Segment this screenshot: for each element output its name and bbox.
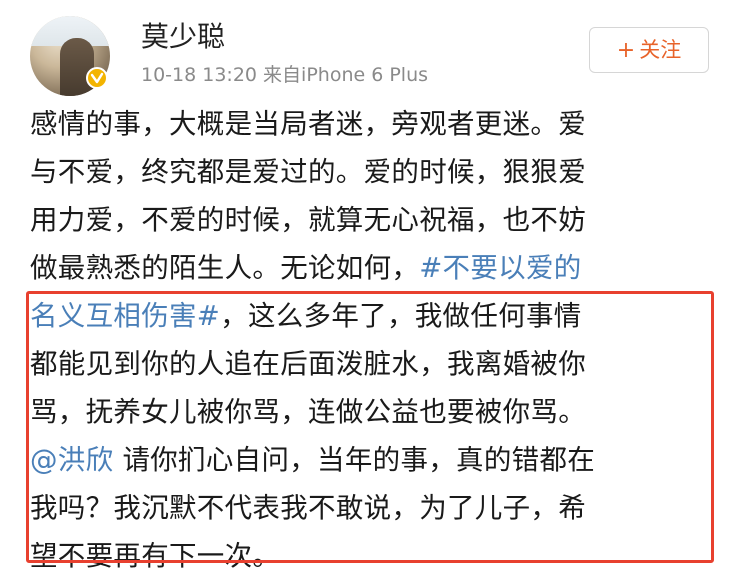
hashtag-link[interactable]: 名义互相伤害#: [30, 300, 220, 332]
post-body: 感情的事，大概是当局者迷，旁观者更迷。爱 与不爱，终究都是爱过的。爱的时候，狠狠…: [30, 100, 720, 580]
post-text: 做最熟悉的陌生人。无论如何，: [30, 252, 420, 284]
post-line: 用力爱，不爱的时候，就算无心祝福，也不妨: [30, 204, 586, 236]
username[interactable]: 莫少聪: [141, 19, 225, 55]
hashtag-link[interactable]: #不要以爱的: [419, 252, 581, 284]
post-line: 做最熟悉的陌生人。无论如何，#不要以爱的: [30, 244, 720, 292]
post-text: ，这么多年了，我做任何事情: [220, 300, 582, 332]
post-meta: 10-18 13:20 来自iPhone 6 Plus: [141, 64, 429, 86]
post-line: @洪欣 请你扪心自问，当年的事，真的错都在: [30, 436, 720, 484]
follow-button[interactable]: + 关注: [589, 27, 709, 73]
post-line: 都能见到你的人追在后面泼脏水，我离婚被你: [30, 348, 586, 380]
avatar-figure: [60, 38, 94, 96]
post-line: 感情的事，大概是当局者迷，旁观者更迷。爱: [30, 108, 586, 140]
follow-label: 关注: [639, 38, 682, 62]
post-line: 与不爱，终究都是爱过的。爱的时候，狠狠爱: [30, 156, 586, 188]
post-text: 请你扪心自问，当年的事，真的错都在: [113, 444, 596, 476]
mention-link[interactable]: @洪欣: [30, 444, 113, 476]
plus-icon: +: [616, 38, 636, 63]
verified-badge-icon: [86, 67, 108, 89]
post-line: 骂，抚养女儿被你骂，连做公益也要被你骂。: [30, 396, 586, 428]
verified-v-icon: [90, 72, 104, 84]
post-line: 名义互相伤害#，这么多年了，我做任何事情: [30, 292, 720, 340]
post-line: 我吗？我沉默不代表我不敢说，为了儿子，希: [30, 492, 586, 524]
